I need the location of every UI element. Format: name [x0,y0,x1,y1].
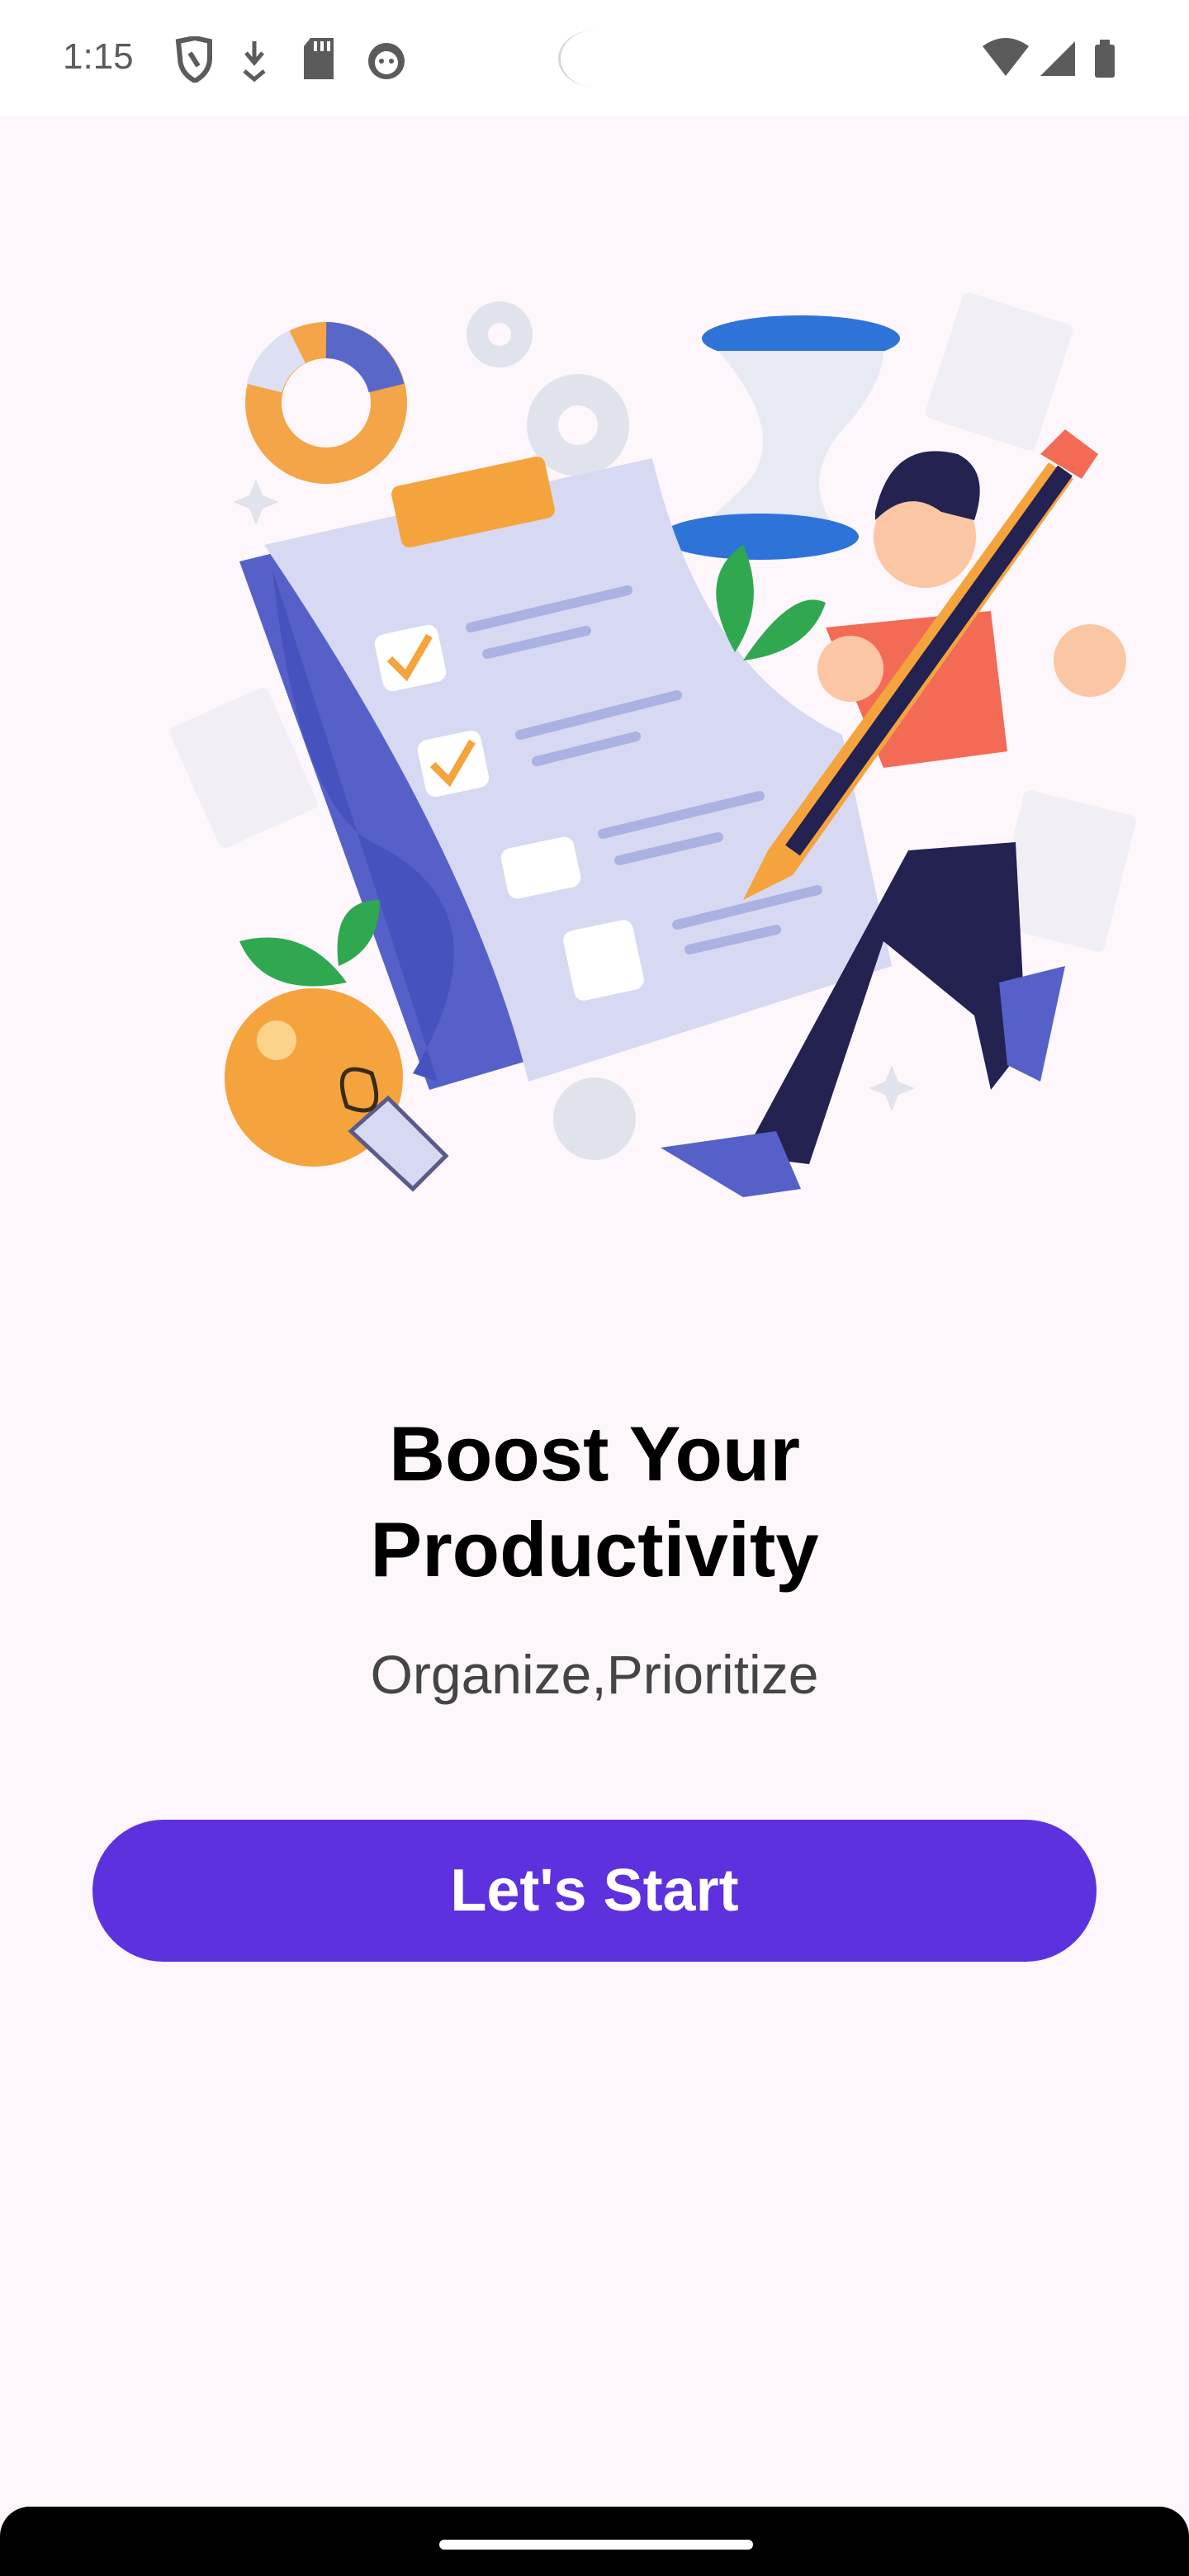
status-bar: 1:15 [0,0,1189,116]
battery-icon [1095,40,1115,78]
donut-chart-icon [245,322,407,484]
wifi-icon [983,38,1029,76]
onboarding-subtitle: Organize,Prioritize [370,1644,819,1705]
status-icons-left [175,36,405,83]
download-icon [243,41,266,83]
status-time: 1:15 [63,36,134,77]
signal-icon [1040,41,1075,76]
onboarding-title: Boost Your Productivity [0,1406,1189,1598]
hourglass-icon [661,315,900,560]
cat-icon [368,43,405,79]
camera-cutout [558,30,635,88]
productivity-checklist-illustration [169,292,1136,1197]
shield-icon [175,36,212,83]
status-icons-right [983,38,1115,78]
lets-start-button[interactable]: Let's Start [92,1820,1097,1962]
sd-card-icon [304,38,334,79]
title-line-2: Productivity [370,1505,819,1593]
title-line-1: Boost Your [389,1409,800,1497]
home-gesture-handle[interactable] [439,2540,753,2550]
